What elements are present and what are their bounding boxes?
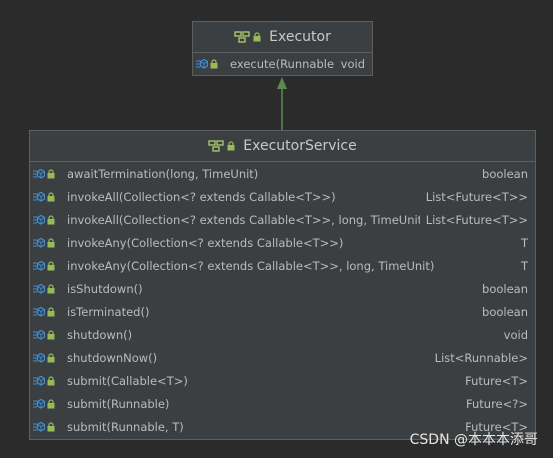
executor-title: Executor [269, 29, 331, 45]
executor-service-header: ExecutorService [30, 131, 535, 162]
method-icons [33, 398, 67, 410]
method-return-type: Future<?> [466, 396, 528, 411]
interface-icon [234, 31, 250, 43]
method-signature: invokeAll(Collection<? extends Callable<… [67, 212, 420, 227]
method-row[interactable]: awaitTermination(long, TimeUnit) boolean [30, 162, 535, 185]
method-icons [33, 260, 67, 272]
method-signature: submit(Runnable) [67, 396, 170, 411]
method-return-type: boolean [482, 166, 528, 181]
lock-icon [210, 59, 218, 69]
method-signature: execute(Runnable) [230, 57, 335, 71]
lock-icon [47, 260, 55, 270]
lock-icon [47, 168, 55, 178]
executor-header: Executor [193, 22, 372, 53]
lock-icon [47, 329, 55, 339]
lock-icon [227, 141, 235, 151]
executor-service-interface-box[interactable]: ExecutorService awaitTermination(long, T… [29, 130, 536, 440]
method-row[interactable]: execute(Runnable) void [193, 53, 372, 75]
method-icons [33, 329, 67, 341]
method-row[interactable]: submit(Callable<T>) Future<T> [30, 369, 535, 392]
method-row[interactable]: isTerminated() boolean [30, 300, 535, 323]
method-signature: invokeAll(Collection<? extends Callable<… [67, 189, 336, 204]
method-row[interactable]: invokeAny(Collection<? extends Callable<… [30, 254, 535, 277]
method-row[interactable]: invokeAll(Collection<? extends Callable<… [30, 185, 535, 208]
method-icons [33, 168, 67, 180]
method-icon [33, 237, 45, 248]
lock-icon [47, 352, 55, 362]
method-icon [33, 352, 45, 363]
method-icons [33, 306, 67, 318]
method-icon [196, 58, 208, 69]
method-signature: invokeAny(Collection<? extends Callable<… [67, 235, 344, 250]
method-icon [33, 329, 45, 340]
method-return-type: boolean [482, 304, 528, 319]
method-return-type: void [503, 327, 528, 342]
method-icons [33, 191, 67, 203]
lock-icon [47, 191, 55, 201]
method-icons [33, 421, 67, 433]
method-return-type: T [520, 258, 528, 273]
interface-icon [208, 140, 224, 152]
method-icon [33, 260, 45, 271]
method-row[interactable]: submit(Runnable) Future<?> [30, 392, 535, 415]
lock-icon [47, 283, 55, 293]
lock-icon [47, 398, 55, 408]
method-icon [33, 375, 45, 386]
method-return-type: T [520, 235, 528, 250]
method-return-type: List<Runnable> [434, 350, 528, 365]
method-return-type: boolean [482, 281, 528, 296]
method-row[interactable]: isShutdown() boolean [30, 277, 535, 300]
method-icons [33, 214, 67, 226]
method-row[interactable]: invokeAny(Collection<? extends Callable<… [30, 231, 535, 254]
method-signature: submit(Callable<T>) [67, 373, 188, 388]
method-icons [33, 283, 67, 295]
watermark: CSDN @本本本添哥 [409, 432, 538, 448]
method-signature: submit(Runnable, T) [67, 419, 184, 434]
method-return-type: List<Future<T>> [425, 189, 528, 204]
method-icon [33, 283, 45, 294]
method-icons [196, 58, 230, 70]
executor-service-title: ExecutorService [243, 138, 357, 154]
lock-icon [47, 375, 55, 385]
method-icon [33, 191, 45, 202]
method-signature: invokeAny(Collection<? extends Callable<… [67, 258, 435, 273]
method-signature: isShutdown() [67, 281, 143, 296]
method-return-type: void [340, 57, 365, 71]
lock-icon [47, 214, 55, 224]
lock-icon [47, 306, 55, 316]
method-icon [33, 168, 45, 179]
method-signature: isTerminated() [67, 304, 150, 319]
method-signature: shutdown() [67, 327, 133, 342]
method-return-type: List<Future<T>> [425, 212, 528, 227]
method-row[interactable]: shutdown() void [30, 323, 535, 346]
method-signature: awaitTermination(long, TimeUnit) [67, 166, 259, 181]
method-icon [33, 214, 45, 225]
lock-icon [253, 32, 261, 42]
lock-icon [47, 421, 55, 431]
method-icons [33, 375, 67, 387]
method-icons [33, 352, 67, 364]
method-icons [33, 237, 67, 249]
method-icon [33, 306, 45, 317]
method-return-type: Future<T> [465, 373, 528, 388]
lock-icon [47, 237, 55, 247]
method-signature: shutdownNow() [67, 350, 158, 365]
method-row[interactable]: invokeAll(Collection<? extends Callable<… [30, 208, 535, 231]
method-icon [33, 398, 45, 409]
method-icon [33, 421, 45, 432]
method-row[interactable]: shutdownNow() List<Runnable> [30, 346, 535, 369]
executor-interface-box[interactable]: Executor execute(Runnable) void [192, 21, 373, 76]
